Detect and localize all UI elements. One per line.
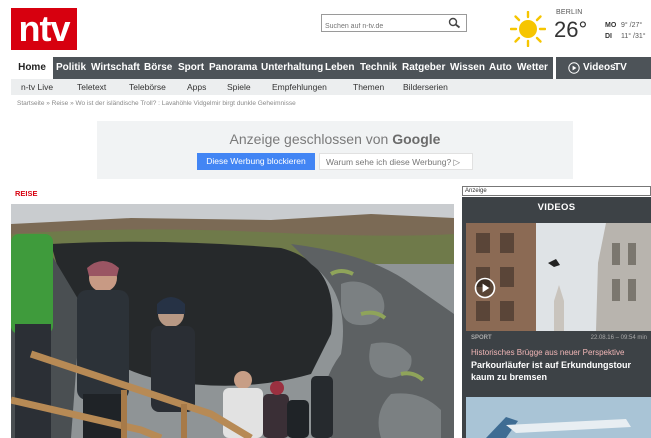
- nav-videos[interactable]: Videos: [583, 57, 616, 79]
- ad-closed-panel: Anzeige geschlossen von Google Diese Wer…: [97, 121, 573, 179]
- sub-navigation: n-tv Live Teletext Telebörse Apps Spiele…: [11, 79, 651, 95]
- main-navigation: Home Politik Wirtschaft Börse Sport Pano…: [11, 57, 651, 79]
- forecast-day: DI 11° /31°: [605, 33, 646, 40]
- advertisement-label: Anzeige: [462, 186, 651, 196]
- nav-auto[interactable]: Auto: [489, 57, 512, 79]
- article-hero-image[interactable]: [11, 204, 454, 438]
- video-category: SPORT: [471, 335, 492, 341]
- nav-leben[interactable]: Leben: [325, 57, 354, 79]
- nav-tv[interactable]: TV: [614, 57, 627, 79]
- ntv-logo[interactable]: ntv: [11, 8, 77, 50]
- subnav-bilderserien[interactable]: Bilderserien: [403, 79, 448, 95]
- next-video-thumbnail[interactable]: [466, 397, 651, 438]
- nav-wetter[interactable]: Wetter: [517, 57, 548, 79]
- nav-politik[interactable]: Politik: [56, 57, 86, 79]
- nav-divider: [553, 57, 556, 79]
- weather-temperature: 26°: [554, 17, 588, 42]
- block-ad-button[interactable]: Diese Werbung blockieren: [197, 153, 315, 170]
- subnav-teletext[interactable]: Teletext: [77, 79, 106, 95]
- subnav-spiele[interactable]: Spiele: [227, 79, 251, 95]
- nav-ratgeber[interactable]: Ratgeber: [402, 57, 445, 79]
- subnav-teleboerse[interactable]: Telebörse: [129, 79, 166, 95]
- weather-forecast[interactable]: MO 9° /27° DI 11° /31°: [605, 20, 646, 42]
- nav-unterhaltung[interactable]: Unterhaltung: [261, 57, 323, 79]
- subnav-ntv-live[interactable]: n-tv Live: [21, 79, 53, 95]
- nav-home[interactable]: Home: [11, 57, 53, 79]
- videos-widget: VIDEOS SPORT 22.08.16 – 09:54 min Histor…: [462, 197, 651, 438]
- video-headline[interactable]: Parkourläufer ist auf Erkundungstour kau…: [471, 359, 649, 383]
- search-input[interactable]: [322, 18, 440, 35]
- play-video-icon[interactable]: [474, 277, 496, 299]
- nav-technik[interactable]: Technik: [360, 57, 397, 79]
- forecast-day: MO 9° /27°: [605, 22, 643, 29]
- videos-title[interactable]: VIDEOS: [462, 197, 651, 219]
- search-box: [321, 14, 467, 35]
- nav-boerse[interactable]: Börse: [144, 57, 172, 79]
- section-label[interactable]: REISE: [15, 189, 38, 198]
- sun-icon: [510, 11, 546, 47]
- play-icon: [568, 62, 580, 74]
- subnav-themen[interactable]: Themen: [353, 79, 384, 95]
- video-kicker[interactable]: Historisches Brügge aus neuer Perspektiv…: [471, 348, 624, 357]
- weather-city: BERLIN: [556, 9, 583, 16]
- nav-wirtschaft[interactable]: Wirtschaft: [91, 57, 140, 79]
- subnav-empfehlungen[interactable]: Empfehlungen: [272, 79, 327, 95]
- breadcrumb[interactable]: Startseite » Reise » Wo ist der isländis…: [17, 100, 296, 107]
- google-brand: Google: [392, 131, 441, 147]
- ad-closed-title: Anzeige geschlossen von Google: [229, 131, 441, 147]
- search-icon[interactable]: [448, 17, 462, 29]
- nav-panorama[interactable]: Panorama: [209, 57, 257, 79]
- why-ad-button[interactable]: Warum sehe ich diese Werbung? ▷: [319, 153, 473, 170]
- nav-wissen[interactable]: Wissen: [450, 57, 485, 79]
- subnav-apps[interactable]: Apps: [187, 79, 206, 95]
- nav-sport[interactable]: Sport: [178, 57, 204, 79]
- video-timestamp: 22.08.16 – 09:54 min: [590, 335, 647, 341]
